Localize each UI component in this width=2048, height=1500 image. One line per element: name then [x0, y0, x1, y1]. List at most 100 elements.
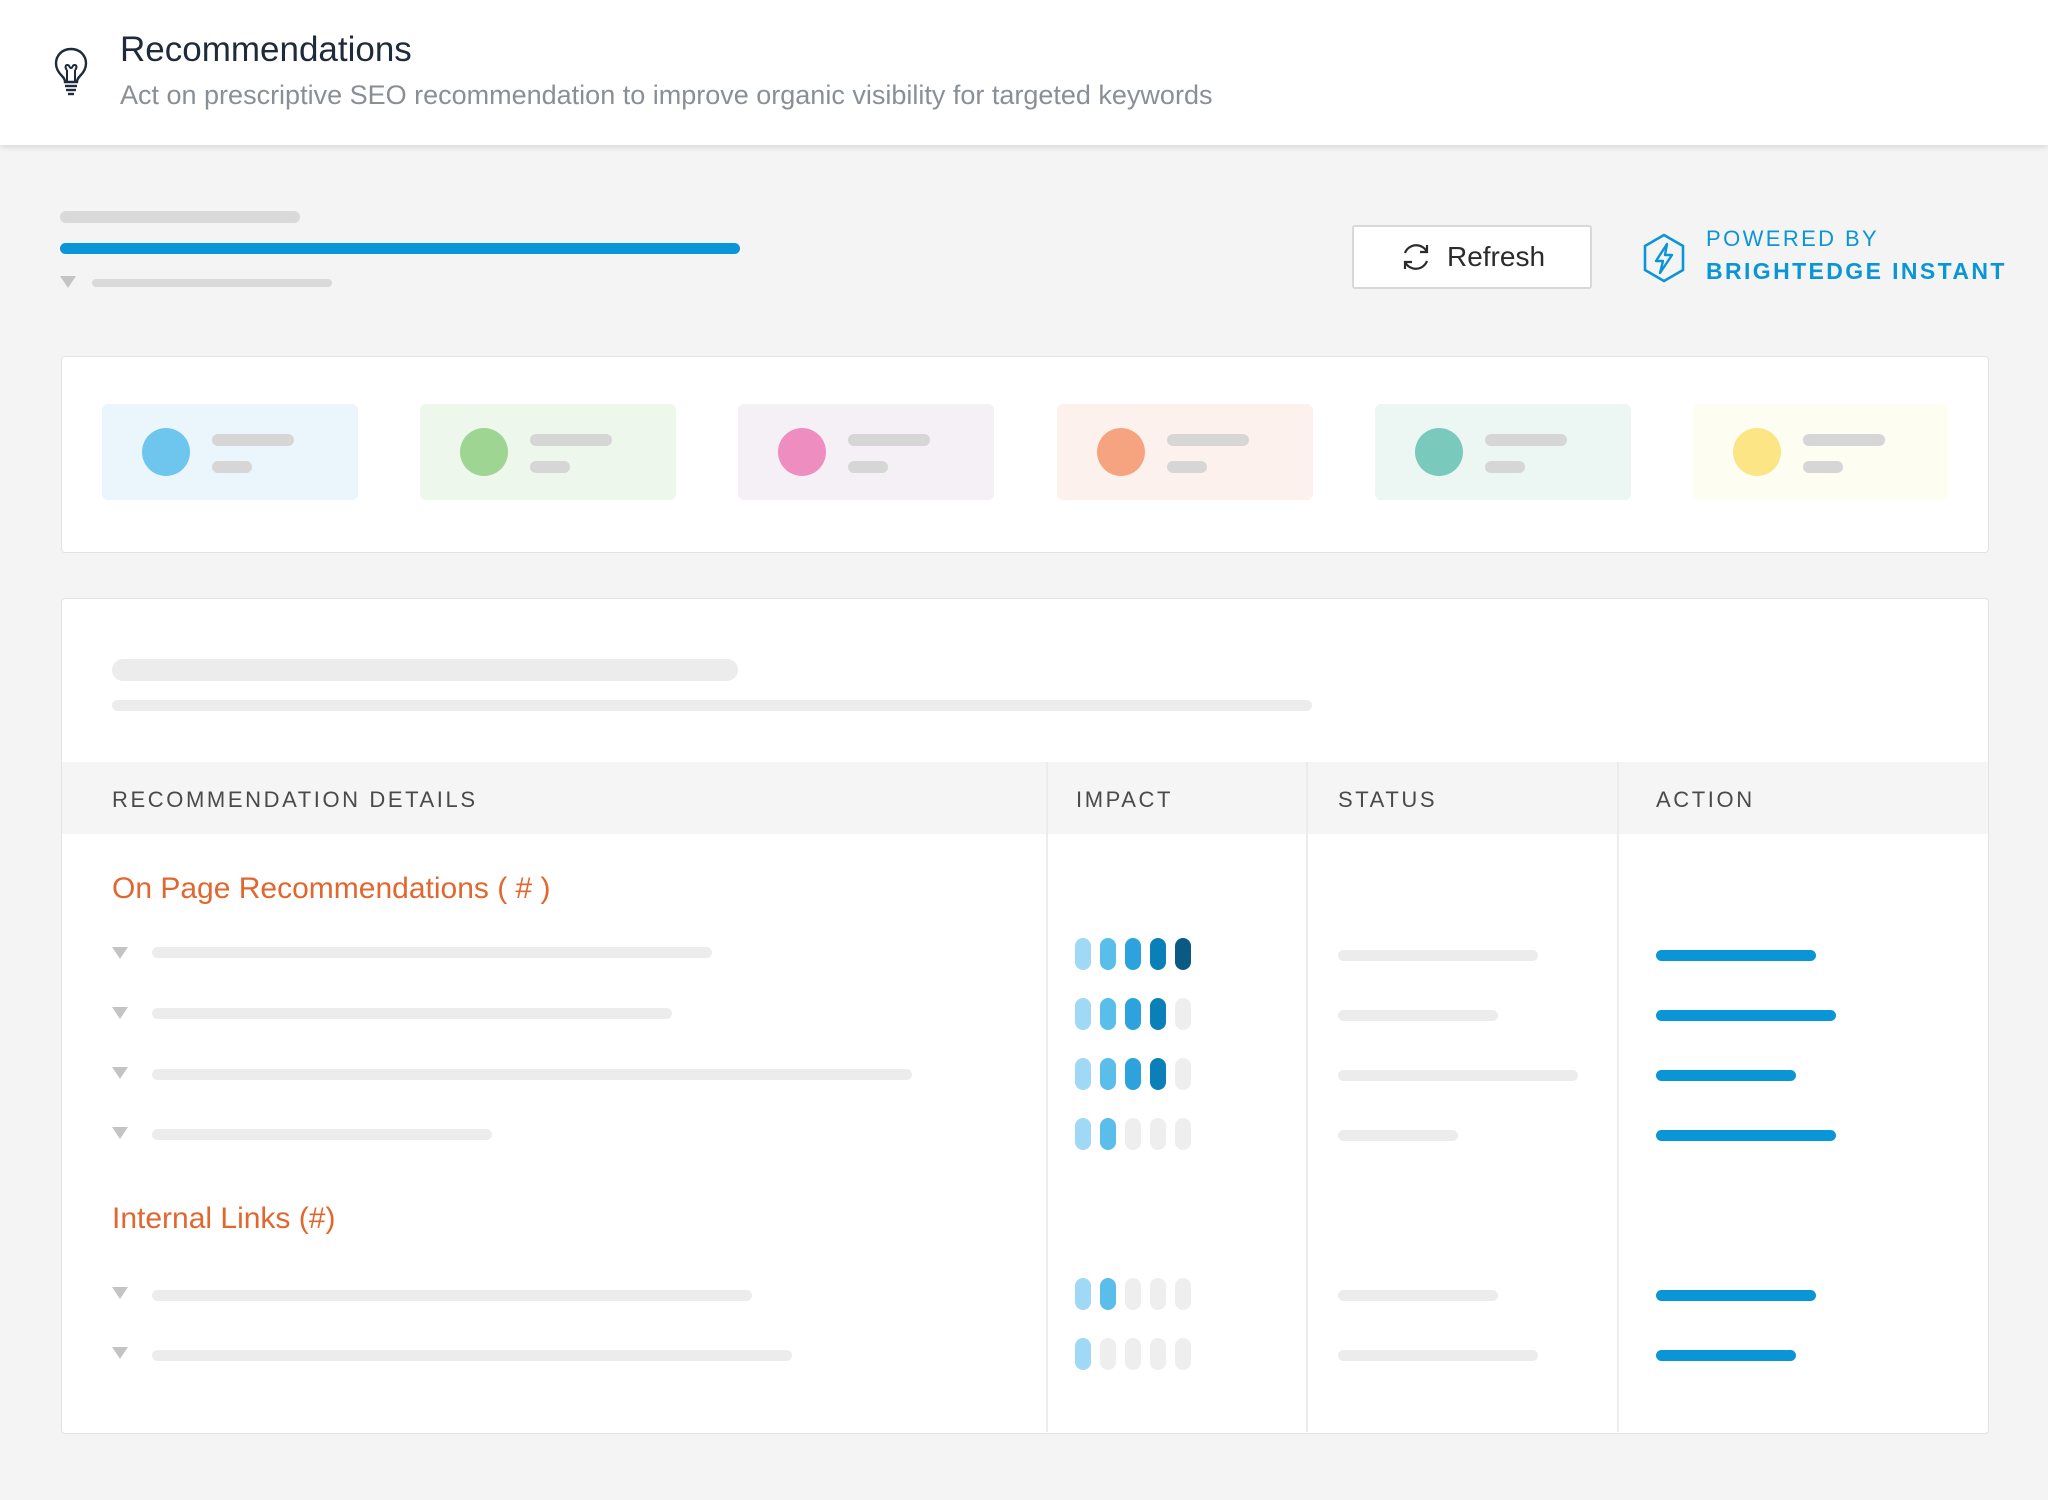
page-header: Recommendations Act on prescriptive SEO …	[0, 0, 2048, 145]
impact-pill	[1075, 1278, 1091, 1310]
placeholder-status	[1338, 1350, 1538, 1361]
impact-pill	[1075, 998, 1091, 1030]
impact-pill	[1125, 1118, 1141, 1150]
placeholder-status	[1338, 1130, 1458, 1141]
placeholder-line	[1167, 461, 1207, 473]
placeholder-line	[530, 461, 570, 473]
impact-pill	[1125, 1338, 1141, 1370]
impact-pill	[1100, 998, 1116, 1030]
column-header-action[interactable]: ACTION	[1656, 787, 1755, 813]
impact-pill	[1150, 1058, 1166, 1090]
placeholder-line	[1167, 434, 1249, 446]
refresh-icon	[1403, 244, 1429, 270]
placeholder-dropdown-text	[92, 279, 332, 287]
status-dot	[460, 428, 508, 476]
column-header-details[interactable]: RECOMMENDATION DETAILS	[112, 787, 478, 813]
placeholder-detail	[152, 1129, 492, 1140]
brightedge-instant-label: BRIGHTEDGE INSTANT	[1706, 258, 2007, 284]
expand-row-icon[interactable]	[112, 1347, 128, 1359]
impact-pill	[1075, 1338, 1091, 1370]
action-link[interactable]	[1656, 1070, 1796, 1081]
impact-pill	[1100, 1338, 1116, 1370]
impact-pill	[1125, 1278, 1141, 1310]
summary-tile-teal[interactable]	[1375, 404, 1631, 500]
impact-pill	[1150, 998, 1166, 1030]
placeholder-line	[530, 434, 612, 446]
impact-meter	[1075, 1338, 1191, 1370]
brightedge-instant-icon	[1643, 233, 1685, 283]
impact-meter	[1075, 1058, 1191, 1090]
placeholder-line	[212, 461, 252, 473]
page-title: Recommendations	[120, 30, 412, 69]
powered-by-label: POWERED BY	[1706, 226, 1880, 251]
impact-pill	[1175, 1118, 1191, 1150]
impact-pill	[1125, 1058, 1141, 1090]
placeholder-status	[1338, 1010, 1498, 1021]
expand-row-icon[interactable]	[112, 1007, 128, 1019]
impact-pill	[1175, 938, 1191, 970]
refresh-button[interactable]: Refresh	[1352, 225, 1592, 289]
impact-pill	[1175, 1338, 1191, 1370]
impact-pill	[1175, 1278, 1191, 1310]
impact-pill	[1150, 1118, 1166, 1150]
placeholder-line	[848, 434, 930, 446]
placeholder-label	[60, 211, 300, 223]
placeholder-detail	[152, 1008, 672, 1019]
placeholder-status	[1338, 950, 1538, 961]
impact-pill	[1075, 1058, 1091, 1090]
summary-tile-blue[interactable]	[102, 404, 358, 500]
expand-row-icon[interactable]	[112, 1127, 128, 1139]
impact-meter	[1075, 1278, 1191, 1310]
column-divider	[1617, 762, 1619, 1432]
impact-meter	[1075, 1118, 1191, 1150]
action-link[interactable]	[1656, 1130, 1836, 1141]
placeholder-detail	[152, 947, 712, 958]
impact-pill	[1175, 998, 1191, 1030]
impact-pill	[1150, 1338, 1166, 1370]
impact-pill	[1075, 1118, 1091, 1150]
placeholder-line	[212, 434, 294, 446]
impact-meter	[1075, 938, 1191, 970]
placeholder-detail	[152, 1350, 792, 1361]
column-header-status[interactable]: STATUS	[1338, 787, 1437, 813]
status-dot	[142, 428, 190, 476]
status-dot	[778, 428, 826, 476]
expand-row-icon[interactable]	[112, 1287, 128, 1299]
expand-row-icon[interactable]	[112, 947, 128, 959]
placeholder-description	[112, 700, 1312, 711]
impact-pill	[1150, 938, 1166, 970]
impact-pill	[1175, 1058, 1191, 1090]
placeholder-detail	[152, 1290, 752, 1301]
status-dot	[1415, 428, 1463, 476]
action-link[interactable]	[1656, 1010, 1836, 1021]
summary-tile-pink[interactable]	[738, 404, 994, 500]
impact-pill	[1100, 1118, 1116, 1150]
placeholder-line	[1803, 461, 1843, 473]
action-link[interactable]	[1656, 1290, 1816, 1301]
placeholder-line	[848, 461, 888, 473]
column-header-impact[interactable]: IMPACT	[1076, 787, 1173, 813]
column-divider	[1306, 762, 1308, 1432]
impact-pill	[1125, 938, 1141, 970]
summary-tile-orange[interactable]	[1057, 404, 1313, 500]
impact-pill	[1125, 998, 1141, 1030]
placeholder-heading	[112, 659, 738, 681]
summary-tile-green[interactable]	[420, 404, 676, 500]
column-divider	[1046, 762, 1048, 1432]
expand-row-icon[interactable]	[112, 1067, 128, 1079]
placeholder-detail	[152, 1069, 912, 1080]
caret-down-icon[interactable]	[60, 276, 76, 288]
impact-meter	[1075, 998, 1191, 1030]
impact-pill	[1150, 1278, 1166, 1310]
action-link[interactable]	[1656, 950, 1816, 961]
action-link[interactable]	[1656, 1350, 1796, 1361]
section-title-on-page[interactable]: On Page Recommendations ( # )	[112, 872, 551, 906]
summary-tile-yellow[interactable]	[1693, 404, 1949, 500]
placeholder-status	[1338, 1290, 1498, 1301]
status-dot	[1733, 428, 1781, 476]
section-title-internal-links[interactable]: Internal Links (#)	[112, 1202, 335, 1236]
impact-pill	[1100, 1058, 1116, 1090]
progress-bar	[60, 243, 740, 254]
impact-pill	[1075, 938, 1091, 970]
refresh-label: Refresh	[1446, 241, 1546, 272]
